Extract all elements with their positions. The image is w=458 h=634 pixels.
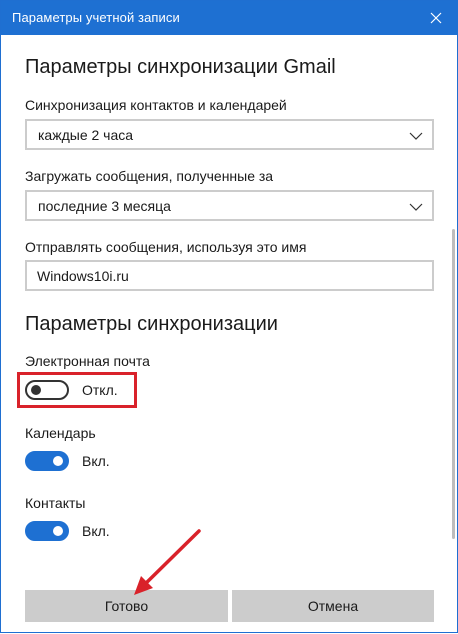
sync-options-heading: Параметры синхронизации bbox=[25, 313, 278, 335]
contacts-calendar-sync-select[interactable]: каждые 2 часа bbox=[25, 119, 434, 150]
calendar-sync-state: Вкл. bbox=[82, 453, 110, 469]
contacts-sync-row: Вкл. bbox=[25, 518, 110, 544]
calendar-sync-toggle[interactable] bbox=[25, 451, 69, 471]
email-sync-state: Откл. bbox=[82, 382, 118, 398]
toggle-knob bbox=[31, 385, 41, 395]
cancel-button[interactable]: Отмена bbox=[232, 590, 434, 622]
contacts-sync-state: Вкл. bbox=[82, 523, 110, 539]
scrollbar[interactable] bbox=[452, 229, 455, 539]
toggle-knob bbox=[53, 456, 63, 466]
sender-name-input[interactable] bbox=[25, 260, 434, 291]
email-sync-row: Откл. bbox=[25, 377, 118, 403]
close-icon[interactable] bbox=[425, 7, 447, 29]
done-button[interactable]: Готово bbox=[25, 590, 228, 622]
contacts-sync-label: Контакты bbox=[25, 495, 86, 511]
download-period-label: Загружать сообщения, полученные за bbox=[25, 168, 274, 184]
calendar-sync-label: Календарь bbox=[25, 425, 96, 441]
email-sync-toggle[interactable] bbox=[25, 380, 69, 400]
download-period-select[interactable]: последние 3 месяца bbox=[25, 190, 434, 221]
toggle-knob bbox=[53, 526, 63, 536]
chevron-down-icon bbox=[409, 129, 423, 143]
sender-name-label: Отправлять сообщения, используя это имя bbox=[25, 239, 307, 255]
window-title: Параметры учетной записи bbox=[12, 10, 180, 25]
account-settings-window: Параметры учетной записи Параметры синхр… bbox=[0, 0, 458, 633]
email-sync-label: Электронная почта bbox=[25, 353, 150, 369]
download-period-value: последние 3 месяца bbox=[38, 198, 171, 214]
chevron-down-icon bbox=[409, 200, 423, 214]
calendar-sync-row: Вкл. bbox=[25, 448, 110, 474]
gmail-sync-heading: Параметры синхронизации Gmail bbox=[25, 56, 336, 78]
title-bar: Параметры учетной записи bbox=[1, 1, 457, 35]
contacts-sync-toggle[interactable] bbox=[25, 521, 69, 541]
contacts-calendar-sync-value: каждые 2 часа bbox=[38, 127, 134, 143]
contacts-calendar-sync-label: Синхронизация контактов и календарей bbox=[25, 97, 287, 113]
